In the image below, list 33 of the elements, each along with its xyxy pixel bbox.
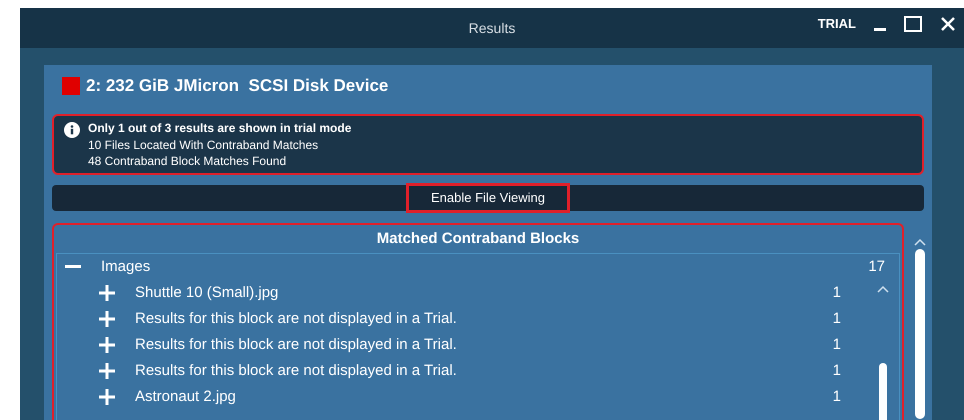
close-icon[interactable] [940, 16, 956, 32]
info-icon [64, 122, 80, 138]
scroll-up-icon[interactable] [914, 238, 926, 246]
section-title: Matched Contraband Blocks [376, 229, 580, 249]
tree-item-label[interactable]: Shuttle 10 (Small).jpg [135, 282, 833, 304]
window-title: Results [468, 18, 516, 38]
match-count: 1 [832, 334, 841, 355]
expand-icon[interactable] [99, 389, 115, 405]
tree-item-label[interactable]: Astronaut 2.jpg [135, 386, 833, 408]
expand-icon[interactable] [99, 337, 115, 353]
tree-item-label[interactable]: Results for this block are not displayed in a Trial. [135, 360, 833, 382]
scrollbar-thumb[interactable] [915, 249, 925, 419]
collapse-icon[interactable] [65, 265, 81, 269]
trial-label: TRIAL [818, 15, 856, 34]
scrollbar-thumb[interactable] [879, 363, 887, 420]
tree-item-label[interactable]: Results for this block are not displayed in a Trial. [135, 308, 833, 330]
notice-title: Only 1 out of 3 results are shown in trial mode [88, 120, 352, 137]
tree-item-label[interactable]: Images [101, 256, 868, 278]
match-count: 1 [832, 360, 841, 381]
match-count: 1 [832, 308, 841, 329]
scroll-up-icon[interactable] [877, 285, 889, 293]
match-count: 17 [868, 256, 885, 277]
expand-icon[interactable] [99, 285, 115, 301]
match-count: 1 [832, 282, 841, 303]
expand-icon[interactable] [99, 363, 115, 379]
notice-line: 10 Files Located With Contraband Matches [88, 137, 320, 153]
expand-icon[interactable] [99, 311, 115, 327]
enable-file-viewing-button[interactable]: Enable File Viewing [406, 183, 570, 213]
match-count: 1 [832, 386, 841, 407]
device-heading: 2: 232 GiB JMicron SCSI Disk Device [86, 75, 388, 98]
notice-line: 48 Contraband Block Matches Found [88, 153, 288, 169]
maximize-icon[interactable] [904, 16, 922, 32]
tree-item-label[interactable]: Results for this block are not displayed in a Trial. [135, 334, 833, 356]
